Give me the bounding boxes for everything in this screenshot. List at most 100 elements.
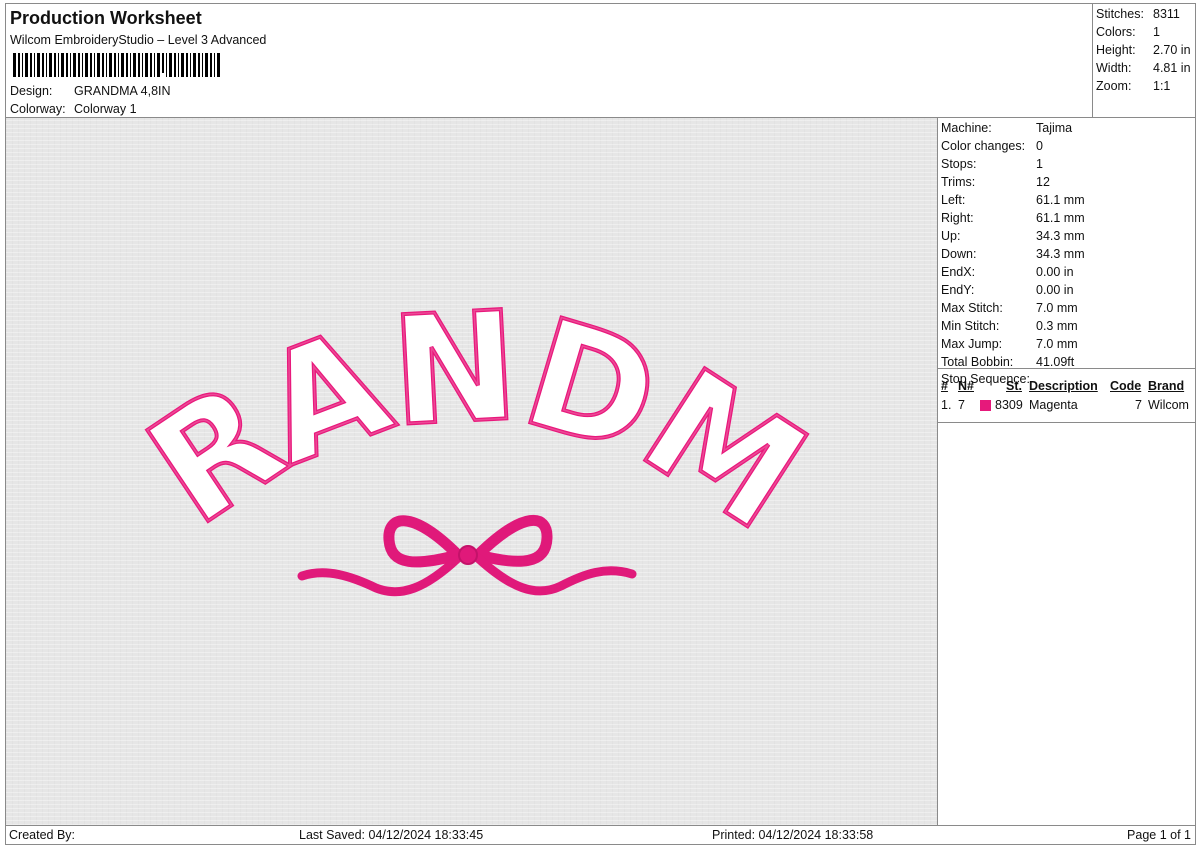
colorway-name: Colorway 1 xyxy=(74,102,137,116)
worksheet-title: Production Worksheet xyxy=(10,8,202,28)
design-lettering-inner-stitch: GRANDMA xyxy=(6,118,831,562)
machine-info-value: 7.0 mm xyxy=(1036,301,1078,315)
stop-row-needle: 7 xyxy=(958,398,965,412)
machine-info-value: Tajima xyxy=(1036,121,1073,135)
barcode-bar xyxy=(94,53,95,77)
worksheet-header: Production Worksheet Wilcom EmbroiderySt… xyxy=(5,3,1093,118)
machine-info-label: Up: xyxy=(941,229,961,243)
barcode-bar xyxy=(102,53,104,77)
barcode-bar xyxy=(174,53,176,77)
summary-width-value: 4.81 in xyxy=(1153,61,1191,75)
machine-info-label: Left: xyxy=(941,193,966,207)
divider xyxy=(938,422,1195,423)
barcode-bar xyxy=(186,53,188,77)
bow-left-loop xyxy=(383,515,464,568)
summary-height-label: Height: xyxy=(1096,43,1136,57)
barcode-bar xyxy=(154,53,155,77)
barcode-bar xyxy=(78,53,80,77)
barcode-bar xyxy=(166,53,167,77)
machine-info-value: 34.3 mm xyxy=(1036,229,1085,243)
machine-info-value: 34.3 mm xyxy=(1036,247,1085,261)
barcode-bar xyxy=(85,53,88,77)
column-header-brand: Brand xyxy=(1148,379,1185,393)
barcode-bar xyxy=(30,53,32,77)
machine-info-value: 7.0 mm xyxy=(1036,337,1078,351)
machine-info-value: 0.00 in xyxy=(1036,283,1074,297)
machine-info-value: 61.1 mm xyxy=(1036,193,1085,207)
bow-knot xyxy=(458,545,478,565)
column-header-index: # xyxy=(941,379,948,393)
design-label: Design: xyxy=(10,84,53,98)
barcode-bar xyxy=(90,53,92,77)
machine-info-panel: Machine: Tajima Color changes: 0 Stops: 1 Trim… xyxy=(937,117,1196,826)
created-by: Created By: xyxy=(9,828,76,842)
barcode-bar xyxy=(13,53,16,77)
printed-date: Printed: 04/12/2024 18:33:58 xyxy=(712,828,874,842)
barcode-bar xyxy=(82,53,83,77)
barcode-bar xyxy=(162,53,164,73)
machine-info-label: Max Jump: xyxy=(941,337,1003,351)
stop-row-brand: Wilcom xyxy=(1148,398,1189,412)
column-header-needle: N# xyxy=(958,379,974,393)
barcode-bar xyxy=(18,53,20,77)
barcode-bar xyxy=(126,53,128,77)
machine-info-value: 0.3 mm xyxy=(1036,319,1078,333)
summary-stitches-value: 8311 xyxy=(1153,7,1180,21)
barcode-bar xyxy=(49,53,52,77)
barcode-bar xyxy=(198,53,200,77)
machine-info-label: EndX: xyxy=(941,265,976,279)
design-summary-panel: Stitches: 8311 Colors: 1 Height: 2.70 in… xyxy=(1092,3,1196,118)
barcode-bar xyxy=(114,53,116,77)
barcode-bar xyxy=(37,53,40,77)
summary-zoom-label: Zoom: xyxy=(1096,79,1132,93)
barcode-bar xyxy=(109,53,112,77)
barcode-bar xyxy=(58,53,59,77)
summary-stitches-label: Stitches: xyxy=(1096,7,1144,21)
barcode-bar xyxy=(34,53,35,77)
column-header-code: Code xyxy=(1110,379,1142,393)
barcode-bar xyxy=(118,53,119,77)
barcode-bar xyxy=(97,53,100,77)
barcode-bar xyxy=(202,53,203,77)
barcode-bar xyxy=(121,53,124,77)
thread-color-swatch xyxy=(980,400,991,411)
machine-info-label: Min Stitch: xyxy=(941,319,1000,333)
barcode-bar xyxy=(169,53,172,77)
barcode-bar xyxy=(181,53,184,77)
machine-info-value: 0.00 in xyxy=(1036,265,1074,279)
bow-graphic xyxy=(297,514,637,597)
barcode-bar xyxy=(157,53,160,77)
barcode-bar xyxy=(190,53,191,77)
barcode-bar xyxy=(145,53,148,77)
barcode-bar xyxy=(178,53,179,77)
summary-height-value: 2.70 in xyxy=(1153,43,1191,57)
barcode-graphic xyxy=(13,53,220,77)
barcode-bar xyxy=(210,53,212,77)
barcode-bar xyxy=(70,53,71,77)
machine-info-label: Stops: xyxy=(941,157,977,171)
summary-width-label: Width: xyxy=(1096,61,1132,75)
barcode-bar xyxy=(25,53,28,77)
machine-info-label: Down: xyxy=(941,247,977,261)
colorway-label: Colorway: xyxy=(10,102,66,116)
machine-info-value: 0 xyxy=(1036,139,1043,153)
machine-info-value: 61.1 mm xyxy=(1036,211,1085,225)
design-preview-canvas: GRANDMA GRANDMA xyxy=(5,117,938,826)
barcode-bar xyxy=(217,53,220,77)
machine-info-label: EndY: xyxy=(941,283,975,297)
barcode-bar xyxy=(106,53,107,77)
machine-info-label: Right: xyxy=(941,211,974,225)
stop-row-index: 1. xyxy=(941,398,952,412)
stop-row-stitches: 8309 xyxy=(995,398,1023,412)
barcode-bar xyxy=(133,53,136,77)
worksheet-footer: Created By: Last Saved: 04/12/2024 18:33… xyxy=(5,825,1196,845)
barcode-bar xyxy=(142,53,143,77)
machine-info-label: Machine: xyxy=(941,121,992,135)
barcode-bar xyxy=(205,53,208,77)
bow-right-loop xyxy=(472,514,553,567)
machine-info-label: Color changes: xyxy=(941,139,1026,153)
barcode-bar xyxy=(214,53,215,77)
summary-colors-value: 1 xyxy=(1153,25,1160,39)
barcode-bar xyxy=(42,53,44,77)
embroidery-design: GRANDMA GRANDMA xyxy=(6,118,837,597)
